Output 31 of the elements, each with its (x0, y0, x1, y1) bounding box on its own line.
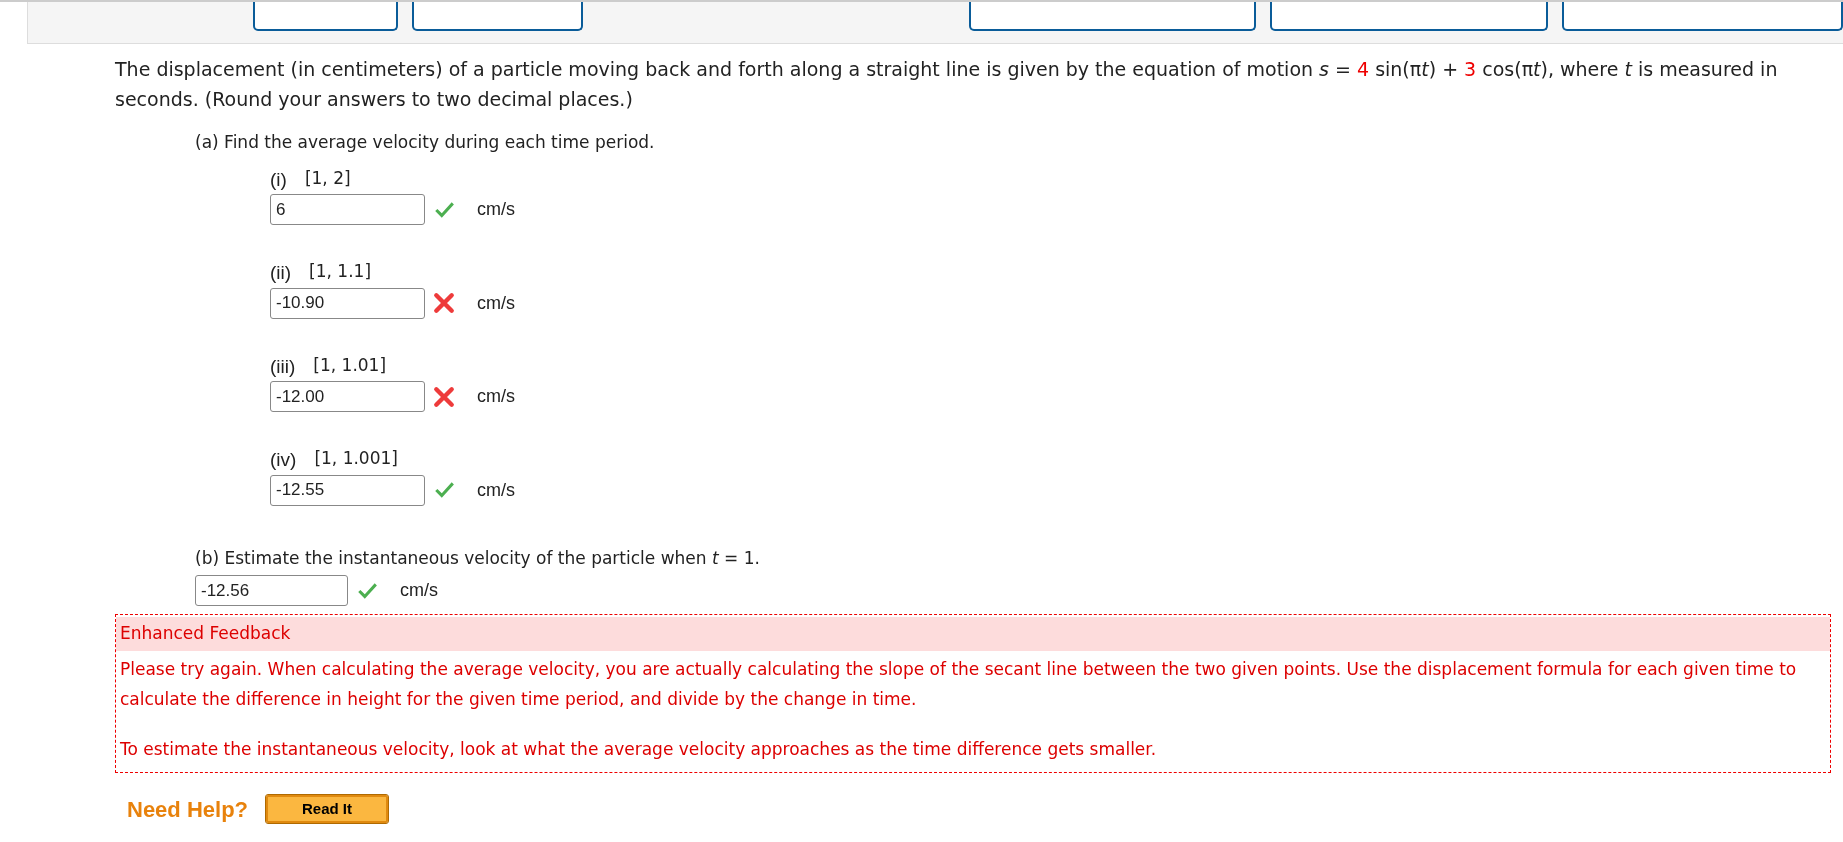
feedback-text: Please try again. When calculating the average velocity, you are actually calculating the slope of the secant line between the two given points. Use the displacement formula for each given time to calculate the difference in height for the given time period, and divide by the change in time. (119, 657, 1798, 711)
unit-label: cm/s (477, 198, 515, 221)
interval-label: [1, 1.01] (313, 353, 387, 377)
feedback-title: Enhanced Feedback (116, 617, 1830, 651)
unit-label: cm/s (400, 579, 438, 602)
item-label: (iii) (270, 354, 296, 379)
item-label: (iv) (270, 448, 297, 472)
read-it-button[interactable]: Read It (266, 795, 389, 823)
part-prompt: (a) Find the average velocity during each time period. (195, 131, 656, 154)
feedback-text: To estimate the instantaneous velocity, look at what the average velocity approaches as the time difference gets smaller. (119, 737, 1158, 761)
answer-field[interactable]: -12.00 (270, 381, 425, 412)
item-label: (i) (270, 167, 287, 192)
toolbar-button[interactable] (1269, 2, 1548, 31)
help-heading: Need Help? (127, 795, 249, 824)
interval-label: [1, 2] (304, 166, 351, 190)
answer-field[interactable]: -12.55 (270, 474, 425, 506)
unit-label: cm/s (477, 385, 515, 408)
unit-label: cm/s (477, 478, 515, 502)
toolbar-button[interactable] (412, 2, 584, 31)
answer-field[interactable]: 6 (270, 194, 425, 225)
answer-field[interactable]: -10.90 (270, 287, 425, 319)
toolbar-button[interactable] (253, 2, 399, 31)
unit-label: cm/s (477, 291, 515, 315)
interval-label: [1, 1.1] (309, 260, 372, 283)
item-label: (ii) (270, 261, 292, 285)
part-prompt: (b) Estimate the instantaneous velocity of the particle when t = 1. (195, 546, 761, 570)
toolbar-button[interactable] (969, 2, 1256, 31)
question-text: The displacement (in centimeters) of a particle moving back and forth along a straight line is given by the equation of motion s = 4 sin(πt) + 3 cos(πt), where t is measured in seconds. (Round your answers to two decimal places.) (115, 57, 1779, 112)
interval-label: [1, 1.001] (314, 447, 398, 470)
toolbar-button[interactable] (1561, 2, 1843, 31)
answer-field[interactable]: -12.56 (195, 575, 348, 606)
